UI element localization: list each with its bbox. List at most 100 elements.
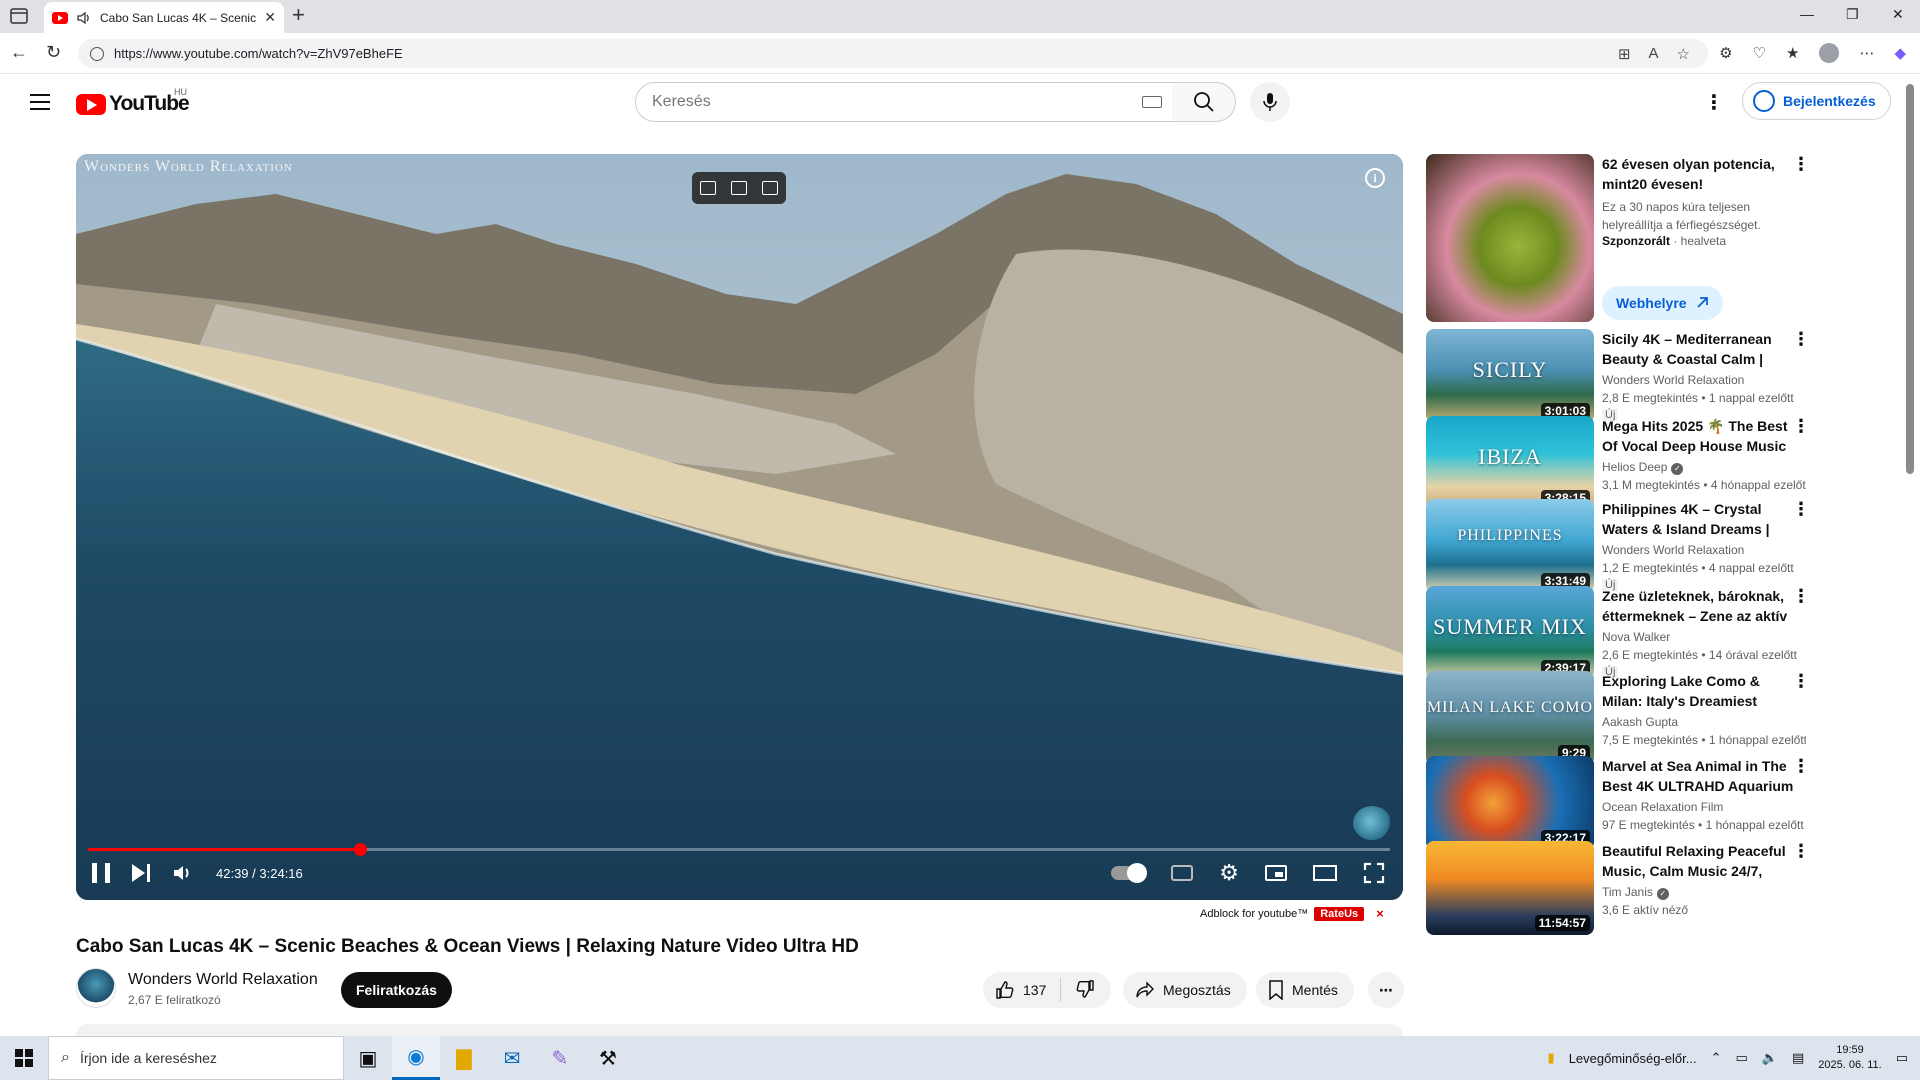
browser-tab-active[interactable]: Cabo San Lucas 4K – Scenic Beaches ✕: [44, 2, 284, 33]
recommendation-menu-kebab-icon[interactable]: ⋮: [1792, 841, 1810, 862]
recommendation-item[interactable]: SUMMER MIX 2:39:17 Zene üzleteknek, bárokn…: [1426, 586, 1826, 682]
recommendation-thumbnail[interactable]: 3:22:17: [1426, 756, 1594, 850]
recommendation-item[interactable]: IBIZA 3:28:15 Mega Hits 2025 🌴 The Best Of…: [1426, 416, 1826, 512]
browser-essentials-icon[interactable]: ♡: [1753, 44, 1766, 62]
recommendation-channel[interactable]: Aakash Gupta: [1602, 715, 1678, 729]
clock[interactable]: 19:59 2025. 06. 11.: [1818, 1043, 1881, 1073]
signin-button[interactable]: Bejelentkezés: [1742, 82, 1891, 120]
miniplayer-icon[interactable]: [1265, 865, 1287, 881]
copilot-icon[interactable]: ◆: [1894, 44, 1906, 62]
channel-avatar[interactable]: [76, 968, 116, 1008]
recommendation-thumbnail[interactable]: MILAN LAKE COMO 9:29: [1426, 671, 1594, 765]
weather-icon[interactable]: ▮: [1548, 1050, 1555, 1066]
task-view-icon[interactable]: ▣: [344, 1036, 392, 1080]
pause-icon[interactable]: [92, 863, 110, 883]
recommendation-item[interactable]: 3:22:17 Marvel at Sea Animal in The Best …: [1426, 756, 1826, 852]
channel-logo-badge[interactable]: [1353, 806, 1391, 840]
recommendation-item[interactable]: PHILIPPINES 3:31:49 Philippines 4K – Cryst…: [1426, 499, 1826, 595]
recommendation-title[interactable]: Zene üzleteknek, bároknak, éttermeknek –…: [1602, 586, 1802, 626]
new-tab-icon[interactable]: +: [292, 4, 305, 26]
minimize-icon[interactable]: —: [1800, 6, 1814, 22]
tab-actions-icon[interactable]: [10, 8, 28, 24]
recommendation-channel[interactable]: Wonders World Relaxation: [1602, 373, 1744, 387]
rate-us-button[interactable]: RateUs: [1314, 906, 1365, 921]
screenshot-tool-icon[interactable]: [699, 181, 716, 195]
ad-title[interactable]: 62 évesen olyan potencia, mint20 évesen!: [1602, 154, 1802, 194]
next-video-icon[interactable]: [132, 864, 150, 882]
sponsored-ad[interactable]: 62 évesen olyan potencia, mint20 évesen!…: [1426, 154, 1826, 322]
keyboard-icon[interactable]: [1142, 96, 1162, 108]
tab-audio-icon[interactable]: [76, 10, 92, 26]
recommendation-item[interactable]: MILAN LAKE COMO 9:29 Exploring Lake Como &…: [1426, 671, 1826, 767]
speaker-icon[interactable]: 🔈: [1762, 1050, 1778, 1066]
app-available-icon[interactable]: ⊞: [1618, 45, 1631, 63]
fullscreen-icon[interactable]: [1363, 862, 1385, 884]
address-bar[interactable]: https://www.youtube.com/watch?v=ZhV97eBh…: [78, 39, 1708, 68]
recommendation-thumbnail[interactable]: SUMMER MIX 2:39:17: [1426, 586, 1594, 680]
share-button[interactable]: Megosztás: [1123, 972, 1247, 1008]
restore-icon[interactable]: ❐: [1846, 6, 1859, 23]
favorites-icon[interactable]: ★: [1786, 44, 1799, 62]
network-icon[interactable]: ▭: [1736, 1050, 1748, 1066]
settings-more-icon[interactable]: ⋯: [1859, 44, 1874, 62]
theater-mode-icon[interactable]: [1313, 865, 1337, 881]
ad-thumbnail[interactable]: [1426, 154, 1594, 322]
recommendation-menu-kebab-icon[interactable]: ⋮: [1792, 671, 1810, 692]
recommendation-channel[interactable]: Wonders World Relaxation: [1602, 543, 1744, 557]
recommendation-menu-kebab-icon[interactable]: ⋮: [1792, 329, 1810, 350]
menu-hamburger-icon[interactable]: [30, 94, 50, 110]
recommendation-channel[interactable]: Ocean Relaxation Film: [1602, 800, 1723, 814]
recommendation-menu-kebab-icon[interactable]: ⋮: [1792, 499, 1810, 520]
recommendation-title[interactable]: Beautiful Relaxing Peaceful Music, Calm …: [1602, 841, 1802, 881]
ad-menu-kebab-icon[interactable]: ⋮: [1792, 154, 1810, 175]
notes-tool-icon[interactable]: [762, 181, 779, 195]
settings-kebab-icon[interactable]: ⋮: [1704, 90, 1724, 115]
recommendation-menu-kebab-icon[interactable]: ⋮: [1792, 756, 1810, 777]
recommendation-thumbnail[interactable]: IBIZA 3:28:15: [1426, 416, 1594, 510]
read-aloud-icon[interactable]: A: [1649, 45, 1659, 63]
recommendation-item[interactable]: SICILY 3:01:03 Sicily 4K – Mediterranean B…: [1426, 329, 1826, 425]
youtube-logo[interactable]: YouTube HU: [76, 87, 190, 116]
recommendation-thumbnail[interactable]: SICILY 3:01:03: [1426, 329, 1594, 423]
channel-name[interactable]: Wonders World Relaxation: [128, 971, 318, 989]
recommendation-channel[interactable]: Tim Janis ✓: [1602, 885, 1669, 900]
mail-icon[interactable]: ✉: [488, 1036, 536, 1080]
progress-scrubber[interactable]: [353, 843, 367, 856]
display-icon[interactable]: ▤: [1792, 1050, 1804, 1066]
recommendation-thumbnail[interactable]: PHILIPPINES 3:31:49: [1426, 499, 1594, 593]
profile-avatar[interactable]: [1819, 43, 1840, 63]
extensions-icon[interactable]: ⚙: [1719, 44, 1732, 62]
like-button[interactable]: 137: [983, 978, 1062, 1002]
recommendation-channel[interactable]: Nova Walker: [1602, 630, 1670, 644]
site-info-icon[interactable]: [90, 46, 104, 61]
start-button[interactable]: [0, 1036, 48, 1080]
recommendation-thumbnail[interactable]: 11:54:57: [1426, 841, 1594, 935]
recommendation-item[interactable]: 11:54:57 Beautiful Relaxing Peaceful Musi…: [1426, 841, 1826, 937]
save-button[interactable]: Mentés: [1256, 972, 1354, 1008]
recommendation-title[interactable]: Mega Hits 2025 🌴 The Best Of Vocal Deep …: [1602, 416, 1802, 456]
visit-website-button[interactable]: Webhelyre: [1602, 286, 1723, 320]
progress-bar[interactable]: [88, 843, 1390, 856]
tools-app-icon[interactable]: ⚒: [584, 1036, 632, 1080]
recommendation-channel[interactable]: Helios Deep ✓: [1602, 460, 1684, 475]
recommendation-menu-kebab-icon[interactable]: ⋮: [1792, 586, 1810, 607]
recommendation-title[interactable]: Exploring Lake Como & Milan: Italy's Dre…: [1602, 671, 1802, 711]
favorite-star-icon[interactable]: ☆: [1677, 45, 1690, 63]
window-close-icon[interactable]: ✕: [1892, 6, 1904, 23]
file-explorer-icon[interactable]: ▇: [440, 1036, 488, 1080]
tab-close-icon[interactable]: ✕: [264, 9, 276, 26]
weather-text[interactable]: Levegőminőség-előr...: [1569, 1051, 1697, 1066]
recommendation-title[interactable]: Philippines 4K – Crystal Waters & Island…: [1602, 499, 1802, 539]
dislike-button[interactable]: [1061, 979, 1109, 1002]
voice-search-button[interactable]: [1250, 82, 1290, 122]
recommendation-title[interactable]: Sicily 4K – Mediterranean Beauty & Coast…: [1602, 329, 1802, 369]
back-icon[interactable]: ←: [10, 42, 28, 63]
video-player[interactable]: Wonders World Relaxation i 42:39 / 3:24:…: [76, 154, 1403, 900]
video-tool-icon[interactable]: [730, 181, 747, 195]
edge-browser-icon[interactable]: ◉: [392, 1036, 440, 1080]
scrollbar-thumb[interactable]: [1906, 84, 1914, 474]
volume-icon[interactable]: [172, 863, 194, 883]
paint-icon[interactable]: ✎: [536, 1036, 584, 1080]
refresh-icon[interactable]: ↻: [46, 42, 61, 63]
recommendation-title[interactable]: Marvel at Sea Animal in The Best 4K ULTR…: [1602, 756, 1802, 796]
